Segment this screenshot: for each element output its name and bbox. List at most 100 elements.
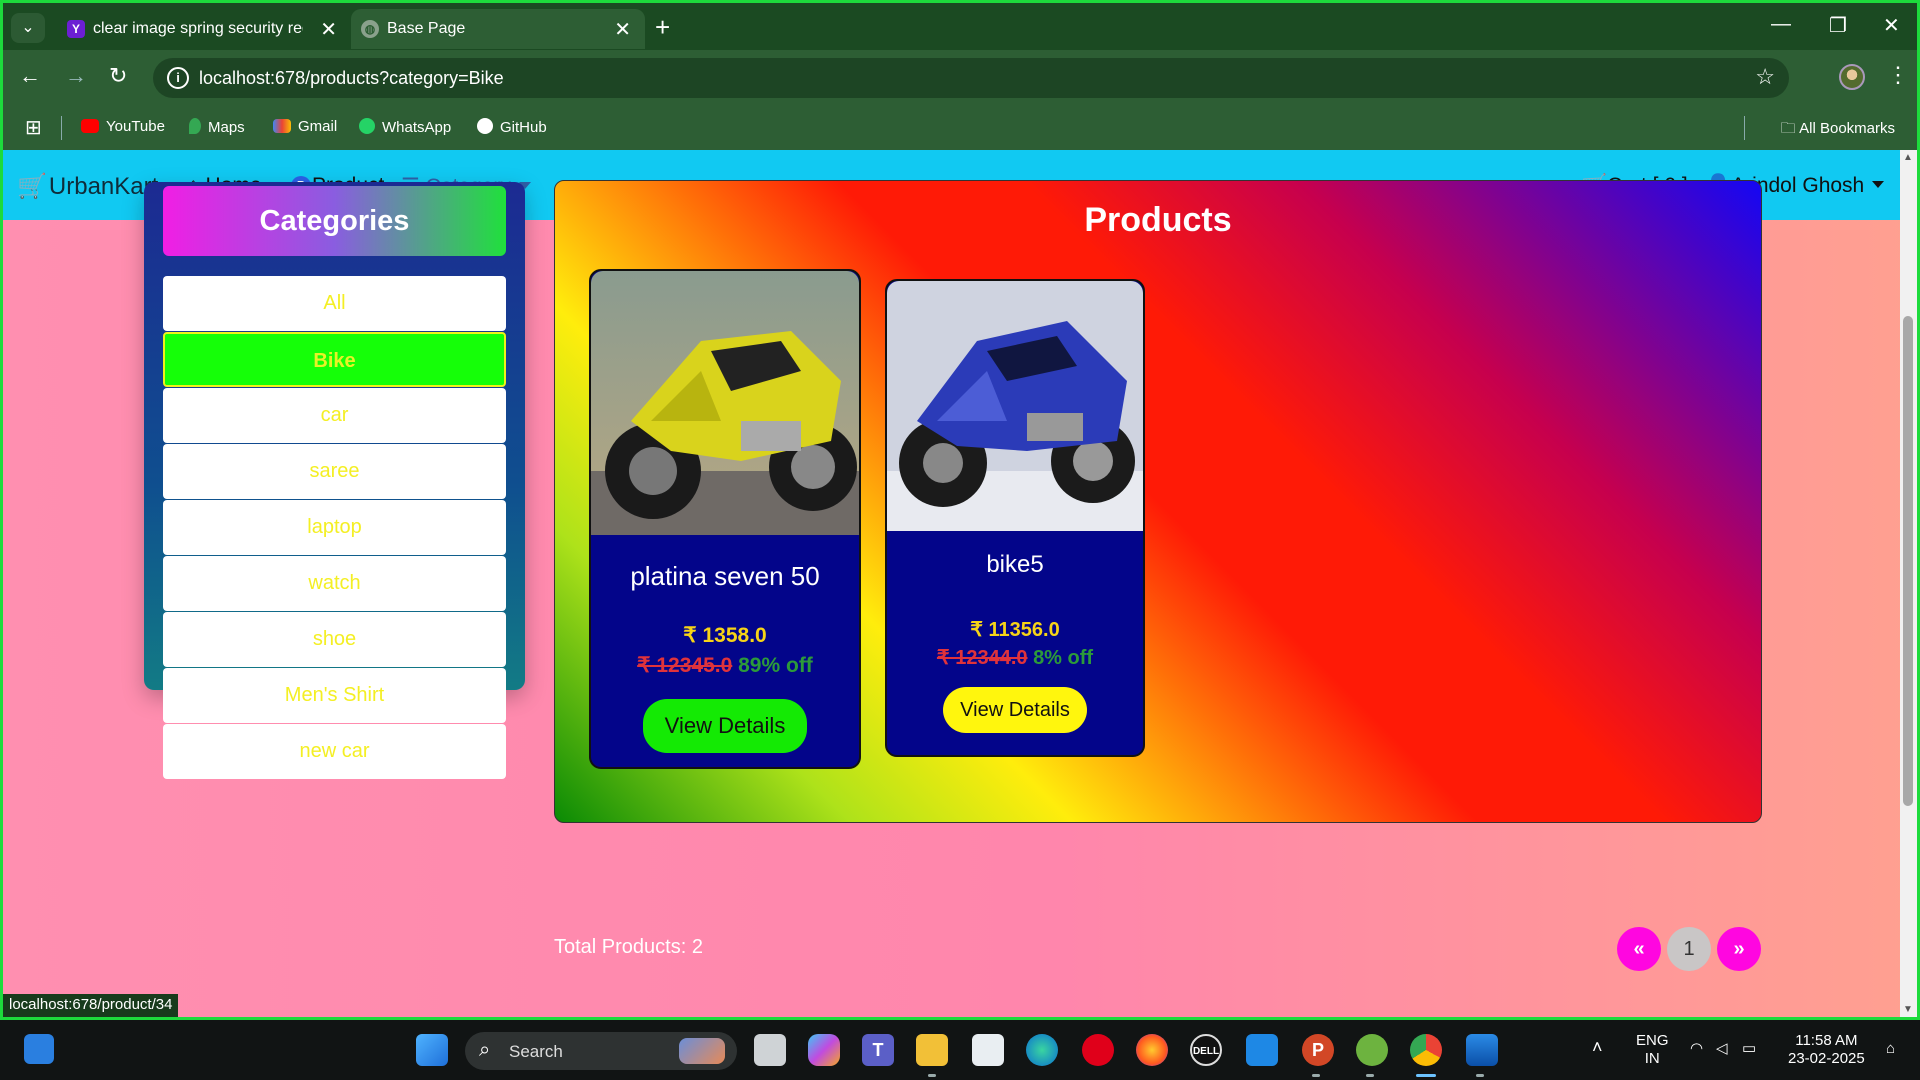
motorcycle-image <box>887 281 1143 531</box>
chevron-up-icon[interactable]: ˄ <box>1592 1038 1603 1056</box>
minimize-icon[interactable]: — <box>1771 13 1791 36</box>
view-details-button[interactable]: View Details <box>943 687 1087 733</box>
wifi-icon[interactable]: ◠ <box>1690 1040 1703 1058</box>
tab-title: Base Page <box>387 20 466 37</box>
view-details-button[interactable]: View Details <box>643 699 807 753</box>
url-text[interactable]: localhost:678/products?category=Bike <box>199 68 504 89</box>
url-bar[interactable]: i localhost:678/products?category=Bike ☆ <box>153 58 1789 98</box>
battery-icon[interactable]: ▭ <box>1742 1040 1756 1058</box>
tab-search-button[interactable]: ⌄ <box>11 13 45 43</box>
clock[interactable]: 11:58 AM 23-02-2025 <box>1788 1032 1865 1068</box>
firefox-icon[interactable] <box>1136 1034 1168 1066</box>
page-scrollbar[interactable]: ▲ ▼ <box>1900 150 1917 1017</box>
search-highlight-icon <box>679 1038 725 1064</box>
product-card: bike5 ₹ 11356.0 ₹ 12344.0 8% off View De… <box>885 279 1145 757</box>
bookmark-star-icon[interactable]: ☆ <box>1755 64 1775 90</box>
photos-icon[interactable] <box>1466 1034 1498 1066</box>
new-tab-icon[interactable]: + <box>655 13 670 41</box>
folder-icon: 🗀 <box>1780 120 1800 137</box>
scrollbar-thumb[interactable] <box>1903 316 1913 806</box>
category-all[interactable]: All <box>163 276 506 331</box>
brand-logo[interactable]: 🛒UrbanKart <box>17 172 158 201</box>
bookmark-youtube[interactable]: YouTube <box>81 118 165 135</box>
category-bike[interactable]: Bike <box>163 332 506 387</box>
discount-badge: 8% off <box>1033 647 1094 669</box>
active-indicator <box>1416 1074 1436 1077</box>
tab-yahoo-search[interactable]: Y clear image spring security regi ✕ <box>57 9 351 49</box>
product-image[interactable] <box>591 271 859 535</box>
menu-kebab-icon[interactable]: ⋮ <box>1887 62 1909 88</box>
file-explorer-icon[interactable] <box>916 1034 948 1066</box>
forward-icon[interactable]: → <box>65 63 87 89</box>
running-indicator <box>1312 1074 1320 1077</box>
spring-tool-suite-icon[interactable] <box>1356 1034 1388 1066</box>
category-mens-shirt[interactable]: Men's Shirt <box>163 668 506 723</box>
windows-start-icon[interactable] <box>416 1034 448 1066</box>
running-indicator <box>1476 1074 1484 1077</box>
categories-title: Categories <box>163 186 506 256</box>
products-panel: Products platina seven 50 ₹ 1358.0 ₹ 123… <box>554 180 1762 823</box>
product-card: platina seven 50 ₹ 1358.0 ₹ 12345.0 89% … <box>589 269 861 769</box>
product-price: ₹ 11356.0 <box>970 619 1060 641</box>
task-view-icon[interactable] <box>754 1034 786 1066</box>
powerpoint-icon[interactable]: P <box>1302 1034 1334 1066</box>
category-new-car[interactable]: new car <box>163 724 506 779</box>
globe-icon: ◍ <box>361 20 379 38</box>
reload-icon[interactable]: ↻ <box>109 63 127 89</box>
close-window-icon[interactable]: ✕ <box>1883 13 1900 38</box>
yahoo-favicon-icon: Y <box>67 20 85 38</box>
scroll-up-icon[interactable]: ▲ <box>1903 152 1913 163</box>
original-price: ₹ 12345.0 <box>637 654 733 677</box>
maps-icon <box>189 118 201 134</box>
widgets-icon[interactable] <box>24 1034 54 1064</box>
scroll-down-icon[interactable]: ▼ <box>1903 1004 1913 1015</box>
pagination-next-button[interactable]: » <box>1717 927 1761 971</box>
chrome-icon[interactable] <box>1410 1034 1442 1066</box>
divider <box>1744 116 1745 140</box>
back-icon[interactable]: ← <box>19 63 41 89</box>
address-bar-row: ← → ↻ i localhost:678/products?category=… <box>0 50 1920 106</box>
all-bookmarks-button[interactable]: 🗀 All Bookmarks <box>1781 118 1895 143</box>
discount-badge: 89% off <box>738 654 813 677</box>
original-price: ₹ 12344.0 <box>936 647 1028 669</box>
products-title: Products <box>1084 201 1232 239</box>
app-icon[interactable] <box>1246 1034 1278 1066</box>
category-saree[interactable]: saree <box>163 444 506 499</box>
bookmark-github[interactable]: GitHub <box>477 118 547 136</box>
language-indicator[interactable]: ENG IN <box>1636 1032 1669 1068</box>
running-indicator <box>1366 1074 1374 1077</box>
profile-avatar[interactable] <box>1839 64 1865 90</box>
apps-grid-icon[interactable]: ⊞ <box>25 118 42 138</box>
taskbar-search[interactable]: ⌕ Search <box>465 1032 737 1070</box>
category-laptop[interactable]: laptop <box>163 500 506 555</box>
status-bar-url: localhost:678/product/34 <box>3 994 179 1017</box>
pagination-prev-button[interactable]: « <box>1617 927 1661 971</box>
teams-icon[interactable]: T <box>862 1034 894 1066</box>
copilot-icon[interactable] <box>808 1034 840 1066</box>
site-info-icon[interactable]: i <box>167 67 189 89</box>
divider <box>61 116 62 140</box>
category-car[interactable]: car <box>163 388 506 443</box>
bookmark-whatsapp[interactable]: WhatsApp <box>359 118 451 136</box>
github-icon <box>477 118 493 134</box>
close-tab-icon[interactable]: ✕ <box>614 17 631 42</box>
product-original-price: ₹ 12344.0 8% off <box>887 645 1143 670</box>
category-watch[interactable]: watch <box>163 556 506 611</box>
bookmark-gmail[interactable]: Gmail <box>273 118 337 135</box>
restore-icon[interactable]: ❐ <box>1829 13 1847 38</box>
volume-icon[interactable]: ◁ <box>1716 1040 1728 1058</box>
running-indicator <box>928 1074 936 1077</box>
dell-icon[interactable]: DELL <box>1190 1034 1222 1066</box>
close-tab-icon[interactable]: ✕ <box>320 17 337 42</box>
notifications-icon[interactable]: ⌂ <box>1886 1040 1895 1058</box>
product-image[interactable] <box>887 281 1143 531</box>
pagination-page-1[interactable]: 1 <box>1667 927 1711 971</box>
category-shoe[interactable]: shoe <box>163 612 506 667</box>
bookmark-maps[interactable]: Maps <box>189 118 245 136</box>
opera-icon[interactable] <box>1082 1034 1114 1066</box>
motorcycle-image <box>591 271 859 535</box>
edge-icon[interactable] <box>1026 1034 1058 1066</box>
windows-taskbar: ⌕ Search T DELL P ˄ ENG IN ◠ ◁ ▭ 11:58 AM… <box>0 1020 1920 1080</box>
tab-base-page[interactable]: ◍ Base Page ✕ <box>351 9 645 49</box>
microsoft-store-icon[interactable] <box>972 1034 1004 1066</box>
